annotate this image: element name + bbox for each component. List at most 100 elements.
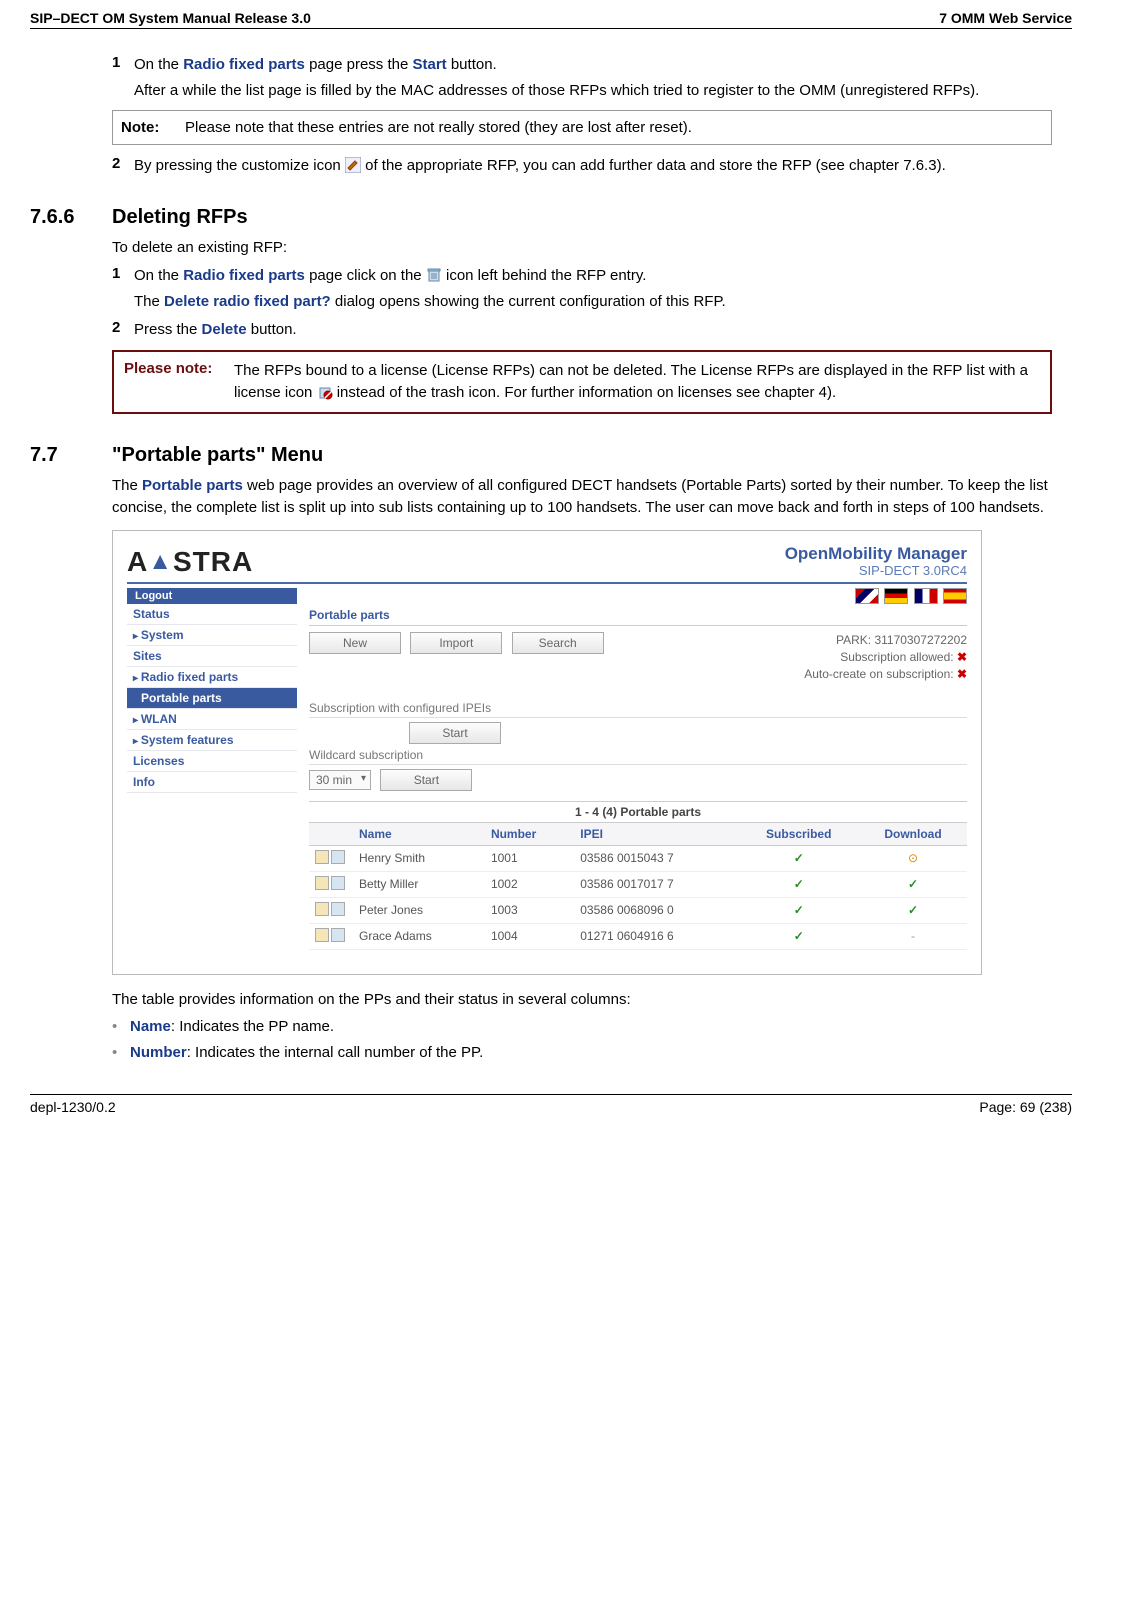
footer-left: depl-1230/0.2 <box>30 1099 116 1115</box>
text: By pressing the customize icon <box>134 157 345 174</box>
screenshot-portable-parts: A▲STRA OpenMobility Manager SIP-DECT 3.0… <box>112 530 982 974</box>
text: : Indicates the internal call number of … <box>187 1044 484 1061</box>
row-action-icons[interactable] <box>309 923 353 949</box>
edit-icon[interactable] <box>315 876 329 890</box>
link-start[interactable]: Start <box>412 56 446 73</box>
link-delete[interactable]: Delete <box>202 321 247 338</box>
flag-fr-icon[interactable] <box>914 588 938 604</box>
row-action-icons[interactable] <box>309 871 353 897</box>
link-number: Number <box>130 1044 187 1061</box>
step-number: 1 <box>112 54 134 76</box>
text: On the <box>134 267 183 284</box>
note-box: Note: Please note that these entries are… <box>112 110 1052 145</box>
trash-icon[interactable] <box>331 876 345 890</box>
start-button-ipei[interactable]: Start <box>409 722 501 744</box>
table-row[interactable]: Grace Adams100401271 0604916 6✓- <box>309 923 967 949</box>
app-title: OpenMobility Manager SIP-DECT 3.0RC4 <box>785 545 967 578</box>
flag-uk-icon[interactable] <box>855 588 879 604</box>
park-text: PARK: 31170307272202 <box>836 633 967 647</box>
cell-ipei: 03586 0017017 7 <box>574 871 738 897</box>
license-icon <box>317 384 333 400</box>
link-delete-dialog[interactable]: Delete radio fixed part? <box>164 293 331 310</box>
cell-subscribed: ✓ <box>738 923 859 949</box>
import-button[interactable]: Import <box>410 632 502 654</box>
row-action-icons[interactable] <box>309 845 353 871</box>
footer-right: Page: 69 (238) <box>979 1099 1072 1115</box>
start-button-wildcard[interactable]: Start <box>380 769 472 791</box>
text: instead of the trash icon. For further i… <box>333 384 837 401</box>
note-label: Note: <box>121 117 185 138</box>
cell-number: 1002 <box>485 871 574 897</box>
cell-number: 1004 <box>485 923 574 949</box>
sidebar-item-licenses[interactable]: Licenses <box>127 751 297 772</box>
search-button[interactable]: Search <box>512 632 604 654</box>
please-note-text: The RFPs bound to a license (License RFP… <box>234 360 1040 404</box>
logout-button[interactable]: Logout <box>127 588 297 604</box>
bullet-text: Name: Indicates the PP name. <box>130 1016 334 1038</box>
step-text: Press the Delete button. <box>134 319 1052 341</box>
language-flags <box>853 588 967 604</box>
trash-icon[interactable] <box>331 928 345 942</box>
edit-icon[interactable] <box>315 928 329 942</box>
bullet-name: • Name: Indicates the PP name. <box>112 1016 1072 1038</box>
cell-download: - <box>859 923 967 949</box>
info-right: PARK: 31170307272202 Subscription allowe… <box>804 632 967 682</box>
sidebar-item-sites[interactable]: Sites <box>127 646 297 667</box>
check-icon: ✓ <box>908 877 918 891</box>
cell-ipei: 03586 0015043 7 <box>574 845 738 871</box>
page-header: SIP–DECT OM System Manual Release 3.0 7 … <box>30 10 1072 29</box>
trash-icon[interactable] <box>331 902 345 916</box>
dash-icon: - <box>911 929 915 943</box>
x-icon: ✖ <box>957 650 967 664</box>
table-row[interactable]: Betty Miller100203586 0017017 7✓✓ <box>309 871 967 897</box>
link-radio-fixed-parts[interactable]: Radio fixed parts <box>183 267 305 284</box>
duration-select[interactable]: 30 min <box>309 770 371 790</box>
content-heading: Portable parts <box>309 604 967 626</box>
table-row[interactable]: Henry Smith100103586 0015043 7✓⊙ <box>309 845 967 871</box>
table-title: 1 - 4 (4) Portable parts <box>309 801 967 823</box>
cell-name: Betty Miller <box>353 871 485 897</box>
col-ipei[interactable]: IPEI <box>574 823 738 846</box>
text: STRA <box>173 546 253 577</box>
bullet-text: Number: Indicates the internal call numb… <box>130 1042 483 1064</box>
flag-es-icon[interactable] <box>943 588 967 604</box>
edit-icon[interactable] <box>315 850 329 864</box>
col-subscribed[interactable]: Subscribed <box>738 823 859 846</box>
sidebar-item-status[interactable]: Status <box>127 604 297 625</box>
sidebar-item-rfp[interactable]: Radio fixed parts <box>127 667 297 688</box>
link-radio-fixed-parts[interactable]: Radio fixed parts <box>183 56 305 73</box>
sidebar-item-info[interactable]: Info <box>127 772 297 793</box>
link-portable-parts[interactable]: Portable parts <box>142 477 243 494</box>
row-action-icons[interactable] <box>309 897 353 923</box>
brand-logo: A▲STRA <box>127 546 253 578</box>
portable-parts-table: Name Number IPEI Subscribed Download Hen… <box>309 823 967 950</box>
cell-download: ⊙ <box>859 845 967 871</box>
trash-icon[interactable] <box>331 850 345 864</box>
flag-de-icon[interactable] <box>884 588 908 604</box>
text: of the appropriate RFP, you can add furt… <box>361 157 946 174</box>
col-name[interactable]: Name <box>353 823 485 846</box>
text: web page provides an overview of all con… <box>112 477 1048 516</box>
table-row[interactable]: Peter Jones100303586 0068096 0✓✓ <box>309 897 967 923</box>
cell-name: Henry Smith <box>353 845 485 871</box>
text: page press the <box>305 56 413 73</box>
sidebar-item-wlan[interactable]: WLAN <box>127 709 297 730</box>
cell-download: ✓ <box>859 897 967 923</box>
text: button. <box>447 56 497 73</box>
trash-icon <box>426 267 442 283</box>
step-number: 2 <box>112 319 134 341</box>
field-label-wildcard: Wildcard subscription <box>309 748 967 765</box>
sidebar: Status System Sites Radio fixed parts Po… <box>127 604 297 949</box>
col-download[interactable]: Download <box>859 823 967 846</box>
sidebar-item-portable-parts[interactable]: Portable parts <box>127 688 297 709</box>
new-button[interactable]: New <box>309 632 401 654</box>
edit-icon[interactable] <box>315 902 329 916</box>
step-continuation: After a while the list page is filled by… <box>134 80 1052 102</box>
sidebar-item-system[interactable]: System <box>127 625 297 646</box>
col-number[interactable]: Number <box>485 823 574 846</box>
text: The <box>134 293 164 310</box>
text: Press the <box>134 321 202 338</box>
cell-ipei: 01271 0604916 6 <box>574 923 738 949</box>
sidebar-item-system-features[interactable]: System features <box>127 730 297 751</box>
section-number: 7.6.6 <box>30 206 112 229</box>
